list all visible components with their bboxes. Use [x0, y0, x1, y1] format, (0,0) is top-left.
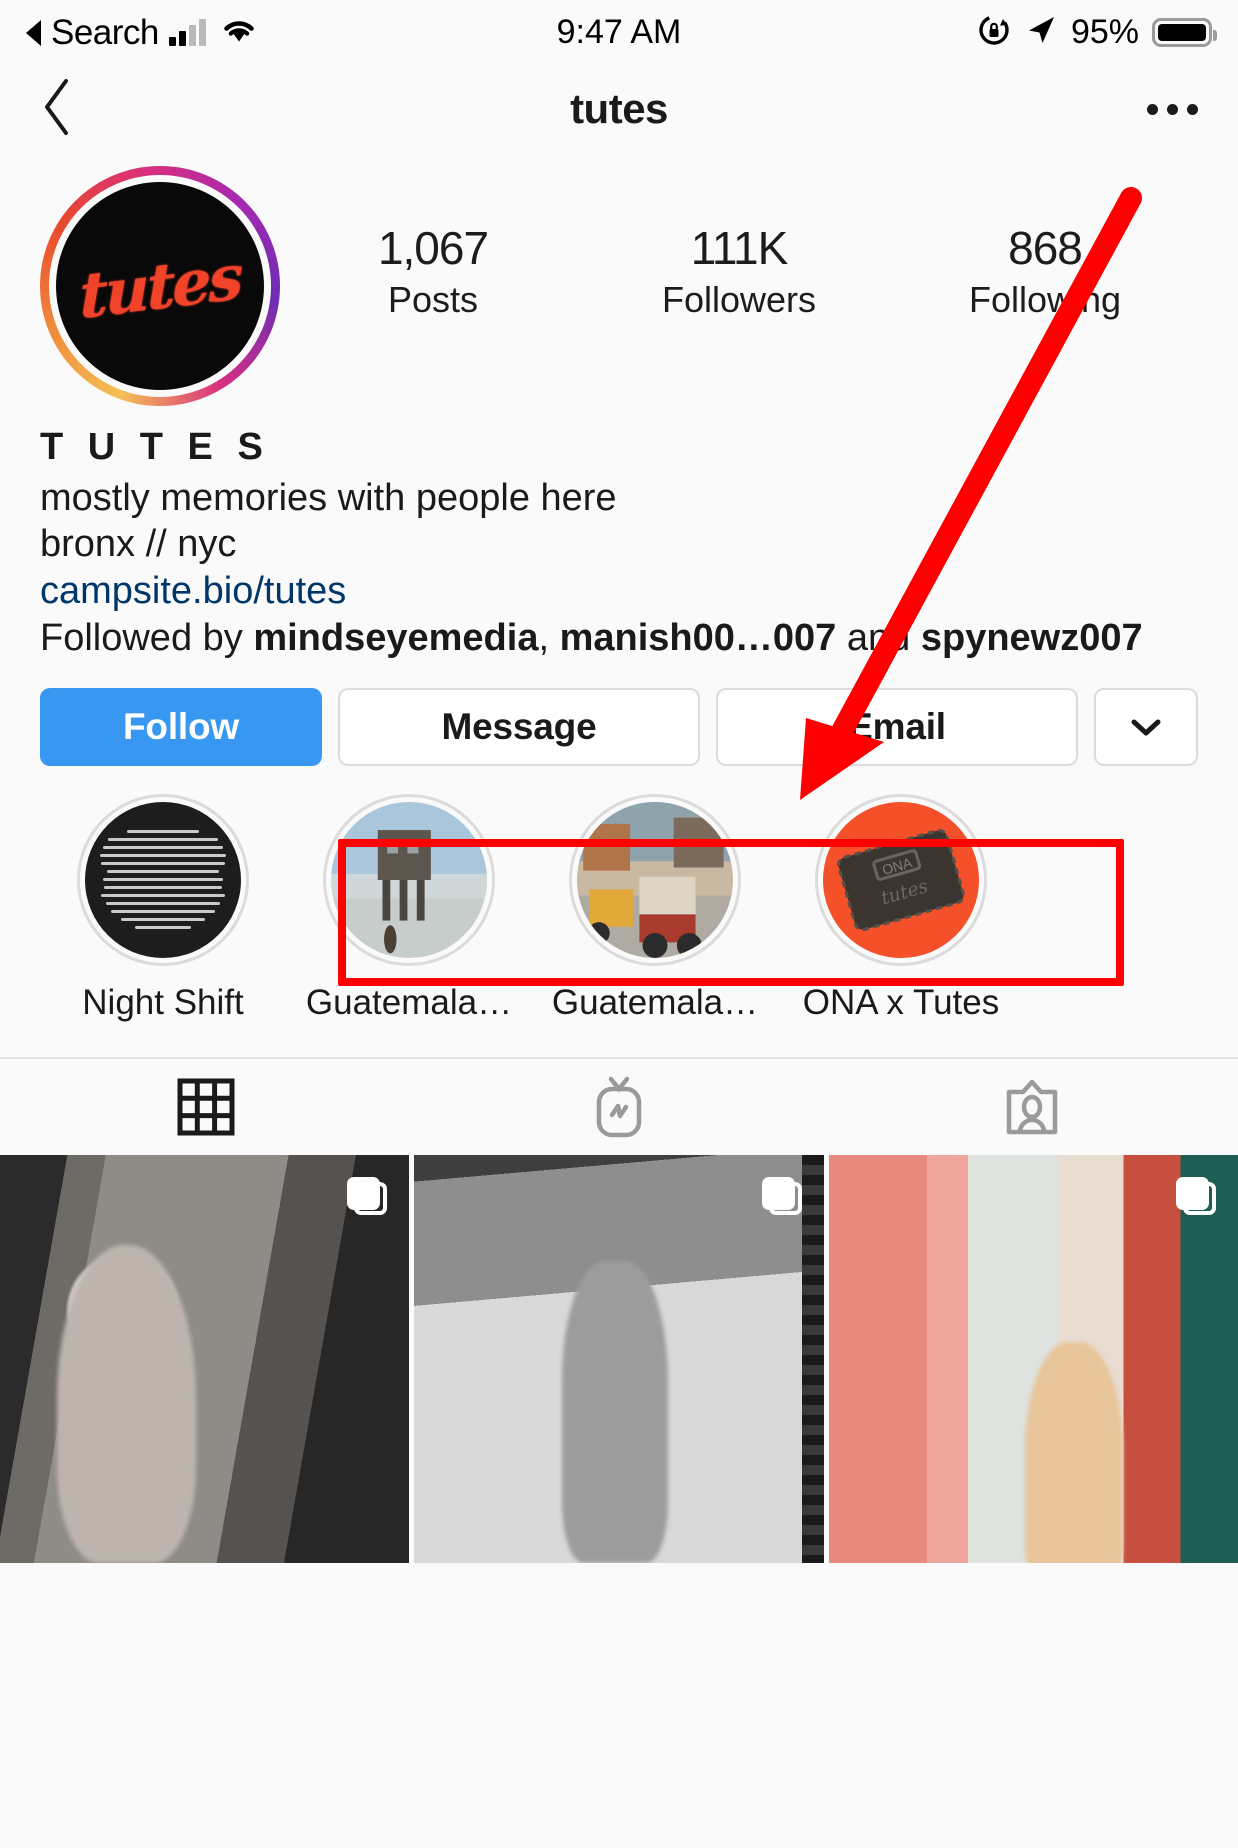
followed-by-name-3[interactable]: spynewz007: [921, 617, 1143, 659]
followed-by-separator: ,: [538, 617, 560, 660]
stat-posts-label: Posts: [387, 278, 479, 320]
highlight-ring: [569, 793, 741, 966]
highlight-ring: ONA tutes: [815, 793, 987, 966]
email-button[interactable]: Email: [716, 687, 1078, 766]
highlight-ring: [77, 793, 249, 966]
followed-by-name-2[interactable]: manish00…007: [560, 617, 837, 659]
battery-icon: [1152, 17, 1217, 47]
wifi-icon: [222, 17, 256, 48]
grid-post-2[interactable]: [414, 1154, 824, 1563]
stat-posts[interactable]: 1,067 Posts: [280, 222, 586, 321]
highlight-night-shift[interactable]: Night Shift: [40, 793, 286, 1023]
status-back-label[interactable]: Search: [51, 15, 159, 50]
stat-following-label: Following: [968, 278, 1122, 320]
instagram-profile-screen: Search 9:47 AM 95% tutes tutes 1,067 Pos…: [0, 0, 1238, 1848]
grid-post-1[interactable]: [0, 1154, 410, 1563]
page-title: tutes: [570, 85, 668, 132]
followed-by-prefix: Followed by: [40, 617, 254, 660]
guatemala-pier-image: [331, 801, 487, 958]
follow-button[interactable]: Follow: [40, 687, 322, 766]
highlight-label: ONA x Tutes: [802, 982, 1000, 1022]
status-bar-right: 95%: [977, 12, 1217, 52]
highlight-label: Guatemala…: [551, 982, 759, 1022]
followed-by-conjunction: and: [836, 617, 921, 660]
profile-bio: T U T E S mostly memories with people he…: [0, 406, 1238, 662]
highlight-label: Night Shift: [82, 982, 244, 1022]
guatemala-street-image: [577, 801, 733, 958]
highlight-ring: [323, 793, 495, 966]
stat-following-value: 868: [1008, 222, 1083, 274]
battery-percent-label: 95%: [1070, 12, 1139, 51]
avatar-inner: tutes: [49, 175, 271, 397]
igtv-tab[interactable]: [413, 1059, 826, 1155]
bio-line-2: bronx // nyc: [40, 523, 237, 566]
chevron-down-icon: [1131, 719, 1161, 736]
carousel-indicator-icon: [347, 1176, 388, 1217]
highlight-guatemala-1[interactable]: Guatemala…: [286, 793, 532, 1023]
profile-header: tutes 1,067 Posts 111K Followers 868 Fol…: [0, 154, 1238, 406]
location-arrow-icon: [1024, 13, 1058, 52]
highlight-guatemala-2[interactable]: Guatemala…: [532, 793, 778, 1023]
signal-bars-icon: [168, 18, 206, 46]
bio-line-1: mostly memories with people here: [40, 477, 617, 520]
rotation-lock-icon: [977, 13, 1011, 52]
carousel-indicator-icon: [1175, 1176, 1216, 1217]
highlight-label: Guatemala…: [305, 982, 513, 1022]
profile-tab-bar: [0, 1056, 1238, 1155]
avatar-story-ring[interactable]: tutes: [40, 166, 280, 406]
followed-by-name-1[interactable]: mindseyemedia: [253, 617, 538, 659]
stat-followers[interactable]: 111K Followers: [586, 222, 892, 321]
message-button[interactable]: Message: [338, 687, 700, 766]
profile-stats: 1,067 Posts 111K Followers 868 Following: [280, 166, 1198, 321]
status-bar: Search 9:47 AM 95%: [0, 0, 1238, 64]
followed-by-text[interactable]: Followed by mindseyemedia, manish00…007 …: [40, 616, 1198, 662]
night-shift-text-image: [85, 801, 241, 958]
profile-website-link[interactable]: campsite.bio/tutes: [40, 568, 1198, 614]
story-highlights: Night Shift Guatemala… Guatemala… ONA tu…: [0, 766, 1238, 1023]
highlight-ona-x-tutes[interactable]: ONA tutes ONA x Tutes: [778, 793, 1024, 1023]
carousel-indicator-icon: [761, 1176, 802, 1217]
nav-bar: tutes: [0, 64, 1238, 154]
back-triangle-icon[interactable]: [26, 19, 41, 46]
stat-following[interactable]: 868 Following: [892, 222, 1198, 321]
ona-leather-tag-image: ONA tutes: [823, 801, 979, 958]
avatar[interactable]: tutes: [56, 182, 264, 390]
profile-display-name: T U T E S: [40, 426, 270, 468]
more-actions-dropdown-button[interactable]: [1094, 687, 1198, 766]
stat-followers-label: Followers: [661, 278, 817, 320]
tagged-tab[interactable]: [825, 1059, 1238, 1155]
avatar-logo-text: tutes: [79, 239, 241, 333]
grid-post-3[interactable]: [828, 1154, 1238, 1563]
grid-icon: [177, 1078, 235, 1136]
igtv-icon: [596, 1076, 642, 1138]
status-bar-left: Search: [26, 15, 256, 50]
profile-action-buttons: Follow Message Email: [0, 662, 1238, 766]
stat-posts-value: 1,067: [377, 222, 489, 274]
stat-followers-value: 111K: [690, 222, 789, 274]
tagged-person-icon: [1006, 1079, 1057, 1135]
post-grid: [0, 1154, 1238, 1563]
grid-tab[interactable]: [0, 1059, 413, 1155]
